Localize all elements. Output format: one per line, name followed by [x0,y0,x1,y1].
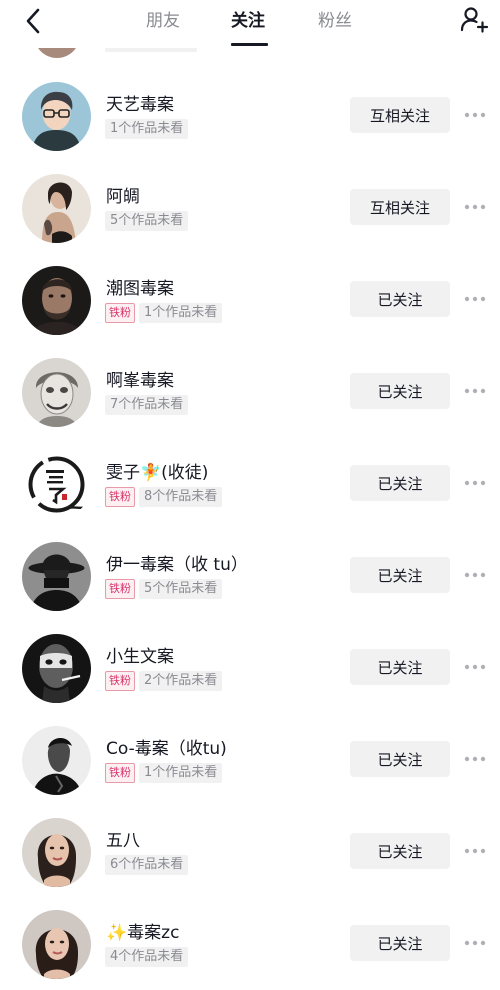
masked-man-avatar-icon [22,634,91,703]
chevron-left-icon [26,8,40,34]
list-item[interactable]: 啊峯毒案 7个作品未看 已关注 [0,346,500,438]
iron-fan-badge: 铁粉 [105,671,135,691]
more-options-button[interactable] [462,841,488,861]
user-name: 潮图毒案 [106,279,174,299]
more-options-button[interactable] [462,473,488,493]
mutual-follow-button[interactable]: 互相关注 [350,97,450,133]
active-tab-indicator [231,43,268,46]
more-options-button[interactable] [462,197,488,217]
woman-avatar-icon [22,910,91,979]
calligraphy-logo-avatar-icon [22,450,91,519]
user-name: 小生文案 [106,647,174,667]
avatar [22,726,91,795]
user-name: 雯子🧚(收徒) [106,463,209,483]
avatar [22,634,91,703]
unread-works-badge: 1个作品未看 [139,303,223,323]
bearded-man-avatar-icon [22,266,91,335]
cartoon-man-avatar-icon [22,82,91,151]
more-dots-icon [464,480,486,486]
dark-man-avatar-icon [22,726,91,795]
more-dots-icon [464,940,486,946]
following-button[interactable]: 已关注 [350,373,450,409]
more-options-button[interactable] [462,657,488,677]
list-item[interactable]: 五八 6个作品未看 已关注 [0,806,500,898]
unread-works-badge: 5个作品未看 [139,579,223,599]
avatar [22,542,91,611]
user-name: 阿皗 [106,187,140,207]
unread-works-badge: 1个作品未看 [139,763,223,783]
tab-following[interactable]: 关注 [231,6,265,31]
tab-fans[interactable]: 粉丝 [318,6,352,31]
unread-works-badge: 7个作品未看 [105,395,189,415]
woman-avatar-icon [22,818,91,887]
more-dots-icon [464,388,486,394]
add-user-icon [460,7,489,33]
following-button[interactable]: 已关注 [350,649,450,685]
more-dots-icon [464,296,486,302]
add-friend-button[interactable] [458,4,490,36]
iron-fan-badge: 铁粉 [105,487,135,507]
list-item[interactable]: Co-毒案（收tu) 铁粉 1个作品未看 已关注 [0,714,500,806]
more-options-button[interactable] [462,565,488,585]
unread-works-badge: 8个作品未看 [139,487,223,507]
more-dots-icon [464,756,486,762]
avatar [22,818,91,887]
user-name: 天艺毒案 [106,95,174,115]
list-item[interactable]: 雯子🧚(收徒) 铁粉 8个作品未看 已关注 [0,438,500,530]
avatar [22,910,91,979]
user-name: Co-毒案（收tu) [106,739,227,759]
more-options-button[interactable] [462,381,488,401]
following-button[interactable]: 已关注 [350,281,450,317]
joker-sketch-avatar-icon [22,358,91,427]
tab-friends[interactable]: 朋友 [146,6,180,31]
avatar [22,450,91,519]
more-dots-icon [464,204,486,210]
more-options-button[interactable] [462,289,488,309]
avatar [22,174,91,243]
more-options-button[interactable] [462,933,488,953]
unread-works-badge: 1个作品未看 [105,119,189,139]
following-button[interactable]: 已关注 [350,833,450,869]
more-dots-icon [464,848,486,854]
more-dots-icon [464,572,486,578]
top-navigation: 朋友 关注 粉丝 [0,0,500,48]
user-name: 啊峯毒案 [106,371,174,391]
more-dots-icon [464,112,486,118]
iron-fan-badge: 铁粉 [105,763,135,783]
list-item[interactable]: ✨毒案zc 4个作品未看 已关注 [0,898,500,990]
following-button[interactable]: 已关注 [350,465,450,501]
hat-man-avatar-icon [22,542,91,611]
avatar [22,266,91,335]
unread-works-badge: 5个作品未看 [105,211,189,231]
back-button[interactable] [18,6,48,36]
woman-photo-avatar-icon [22,174,91,243]
list-item[interactable]: 阿皗 5个作品未看 互相关注 [0,162,500,254]
mutual-follow-button[interactable]: 互相关注 [350,189,450,225]
user-name: ✨毒案zc [106,923,180,943]
list-item[interactable]: 天艺毒案 1个作品未看 互相关注 [0,70,500,162]
avatar [22,82,91,151]
user-name: 五八 [106,831,140,851]
following-button[interactable]: 已关注 [350,557,450,593]
avatar [22,358,91,427]
more-dots-icon [464,664,486,670]
iron-fan-badge: 铁粉 [105,303,135,323]
following-button[interactable]: 已关注 [350,925,450,961]
unread-works-badge: 4个作品未看 [105,947,189,967]
iron-fan-badge: 铁粉 [105,579,135,599]
more-options-button[interactable] [462,105,488,125]
more-options-button[interactable] [462,749,488,769]
following-button[interactable]: 已关注 [350,741,450,777]
list-item[interactable]: 潮图毒案 铁粉 1个作品未看 已关注 [0,254,500,346]
list-item[interactable]: 小生文案 铁粉 2个作品未看 已关注 [0,622,500,714]
user-name: 伊一毒案（收 tu） [106,555,248,575]
unread-works-badge: 6个作品未看 [105,855,189,875]
unread-works-badge: 2个作品未看 [139,671,223,691]
list-item[interactable]: 伊一毒案（收 tu） 铁粉 5个作品未看 已关注 [0,530,500,622]
